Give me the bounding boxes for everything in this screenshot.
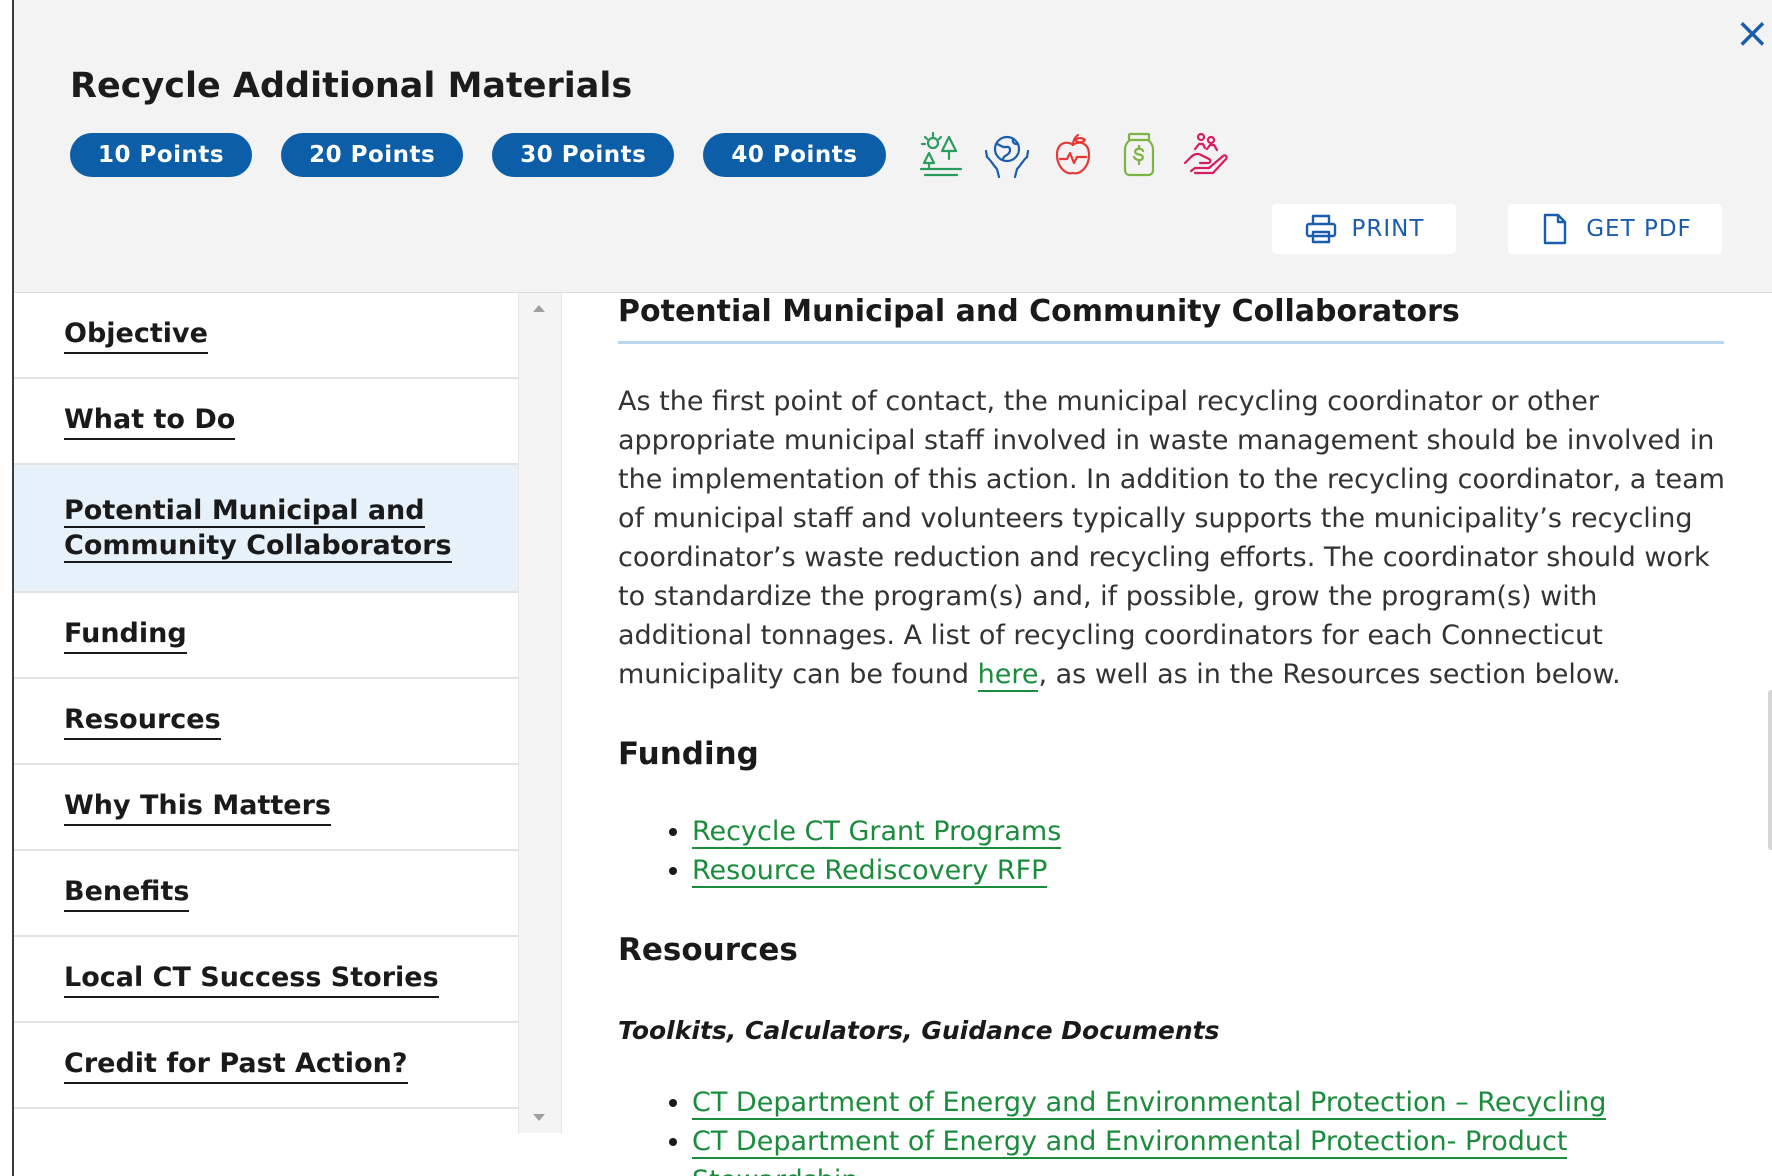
sidebar-item-benefits[interactable]: Benefits: [14, 851, 518, 937]
sidebar-item-credit-past-action[interactable]: Credit for Past Action?: [14, 1023, 518, 1109]
content-scrollbar-thumb[interactable]: [1768, 690, 1772, 850]
paragraph-text: As the first point of contact, the munic…: [618, 386, 1725, 690]
sidebar-scrollbar[interactable]: [518, 293, 562, 1133]
sustainability-icon: [919, 131, 962, 177]
sidebar-item-label: Local CT Success Stories: [64, 960, 439, 998]
deep-stewardship-link[interactable]: CT Department of Energy and Environmenta…: [692, 1126, 1568, 1176]
sidebar-item-label: Funding: [64, 616, 187, 654]
print-button[interactable]: PRINT: [1272, 204, 1456, 254]
points-badge-20: 20 Points: [281, 133, 464, 177]
sidebar-item-label: Why This Matters: [64, 788, 331, 826]
sidebar-item-label: Credit for Past Action?: [64, 1046, 408, 1084]
here-link[interactable]: here: [977, 659, 1039, 692]
sidebar-item-label-line2: Community Collaborators: [64, 530, 452, 563]
list-item: Recycle CT Grant Programs: [692, 812, 1728, 851]
printer-icon: [1305, 214, 1336, 244]
page-title: Recycle Additional Materials: [70, 66, 633, 106]
sidebar-item-label-line1: Potential Municipal and: [64, 494, 425, 528]
savings-jar-icon: [1123, 132, 1154, 177]
paragraph-text-end: , as well as in the Resources section be…: [1038, 659, 1621, 690]
points-badge-40: 40 Points: [703, 133, 886, 177]
health-apple-icon: [1055, 133, 1090, 175]
sidebar-item-why-this-matters[interactable]: Why This Matters: [14, 765, 518, 851]
points-badge-10: 10 Points: [70, 133, 253, 177]
sidebar-item-label: Potential Municipal and Community Collab…: [64, 493, 452, 563]
close-icon[interactable]: ×: [1735, 12, 1770, 54]
points-row: 10 Points 20 Points 30 Points 40 Points: [70, 131, 1247, 179]
collaborators-paragraph: As the first point of contact, the munic…: [618, 382, 1728, 694]
globe-hands-icon: [984, 135, 1029, 179]
category-icons: [917, 131, 1247, 179]
content-pane: Potential Municipal and Community Collab…: [618, 294, 1728, 1176]
resources-subheading: Toolkits, Calculators, Guidance Document…: [618, 1016, 1220, 1045]
sidebar-item-collaborators[interactable]: Potential Municipal and Community Collab…: [14, 465, 518, 593]
scroll-up-icon[interactable]: [533, 305, 545, 312]
resource-rediscovery-link[interactable]: Resource Rediscovery RFP: [692, 855, 1048, 888]
sidebar-item-resources[interactable]: Resources: [14, 679, 518, 765]
sidebar-item-label: Resources: [64, 702, 221, 740]
pdf-label: GET PDF: [1586, 216, 1692, 242]
resources-list: CT Department of Energy and Environmenta…: [618, 1083, 1728, 1176]
get-pdf-button[interactable]: GET PDF: [1508, 204, 1722, 254]
sidebar-item-what-to-do[interactable]: What to Do: [14, 379, 518, 465]
section-title-collaborators: Potential Municipal and Community Collab…: [618, 294, 1724, 344]
recycle-ct-grants-link[interactable]: Recycle CT Grant Programs: [692, 816, 1062, 849]
sidebar-item-success-stories[interactable]: Local CT Success Stories: [14, 937, 518, 1023]
modal-window: Recycle Additional Materials × 10 Points…: [12, 0, 1772, 1176]
list-item: CT Department of Energy and Environmenta…: [692, 1122, 1728, 1176]
list-item: Resource Rediscovery RFP: [692, 851, 1728, 890]
section-nav: Objective What to Do Potential Municipal…: [14, 293, 518, 1176]
section-title-funding: Funding: [618, 736, 759, 772]
sidebar-item-label: Benefits: [64, 874, 190, 912]
points-badge-30: 30 Points: [492, 133, 675, 177]
sidebar-item-label: What to Do: [64, 402, 236, 440]
sidebar-item-objective[interactable]: Objective: [14, 293, 518, 379]
sidebar-item-funding[interactable]: Funding: [14, 593, 518, 679]
document-icon: [1544, 213, 1567, 245]
deep-recycling-link[interactable]: CT Department of Energy and Environmenta…: [692, 1087, 1607, 1120]
community-hand-icon: [1183, 132, 1228, 175]
section-title-resources: Resources: [618, 932, 798, 968]
list-item: CT Department of Energy and Environmenta…: [692, 1083, 1728, 1122]
print-label: PRINT: [1351, 216, 1425, 242]
funding-list: Recycle CT Grant Programs Resource Redis…: [618, 812, 1728, 890]
modal-header: Recycle Additional Materials × 10 Points…: [14, 0, 1772, 293]
scroll-down-icon[interactable]: [533, 1114, 545, 1121]
sidebar-item-label: Objective: [64, 316, 208, 354]
